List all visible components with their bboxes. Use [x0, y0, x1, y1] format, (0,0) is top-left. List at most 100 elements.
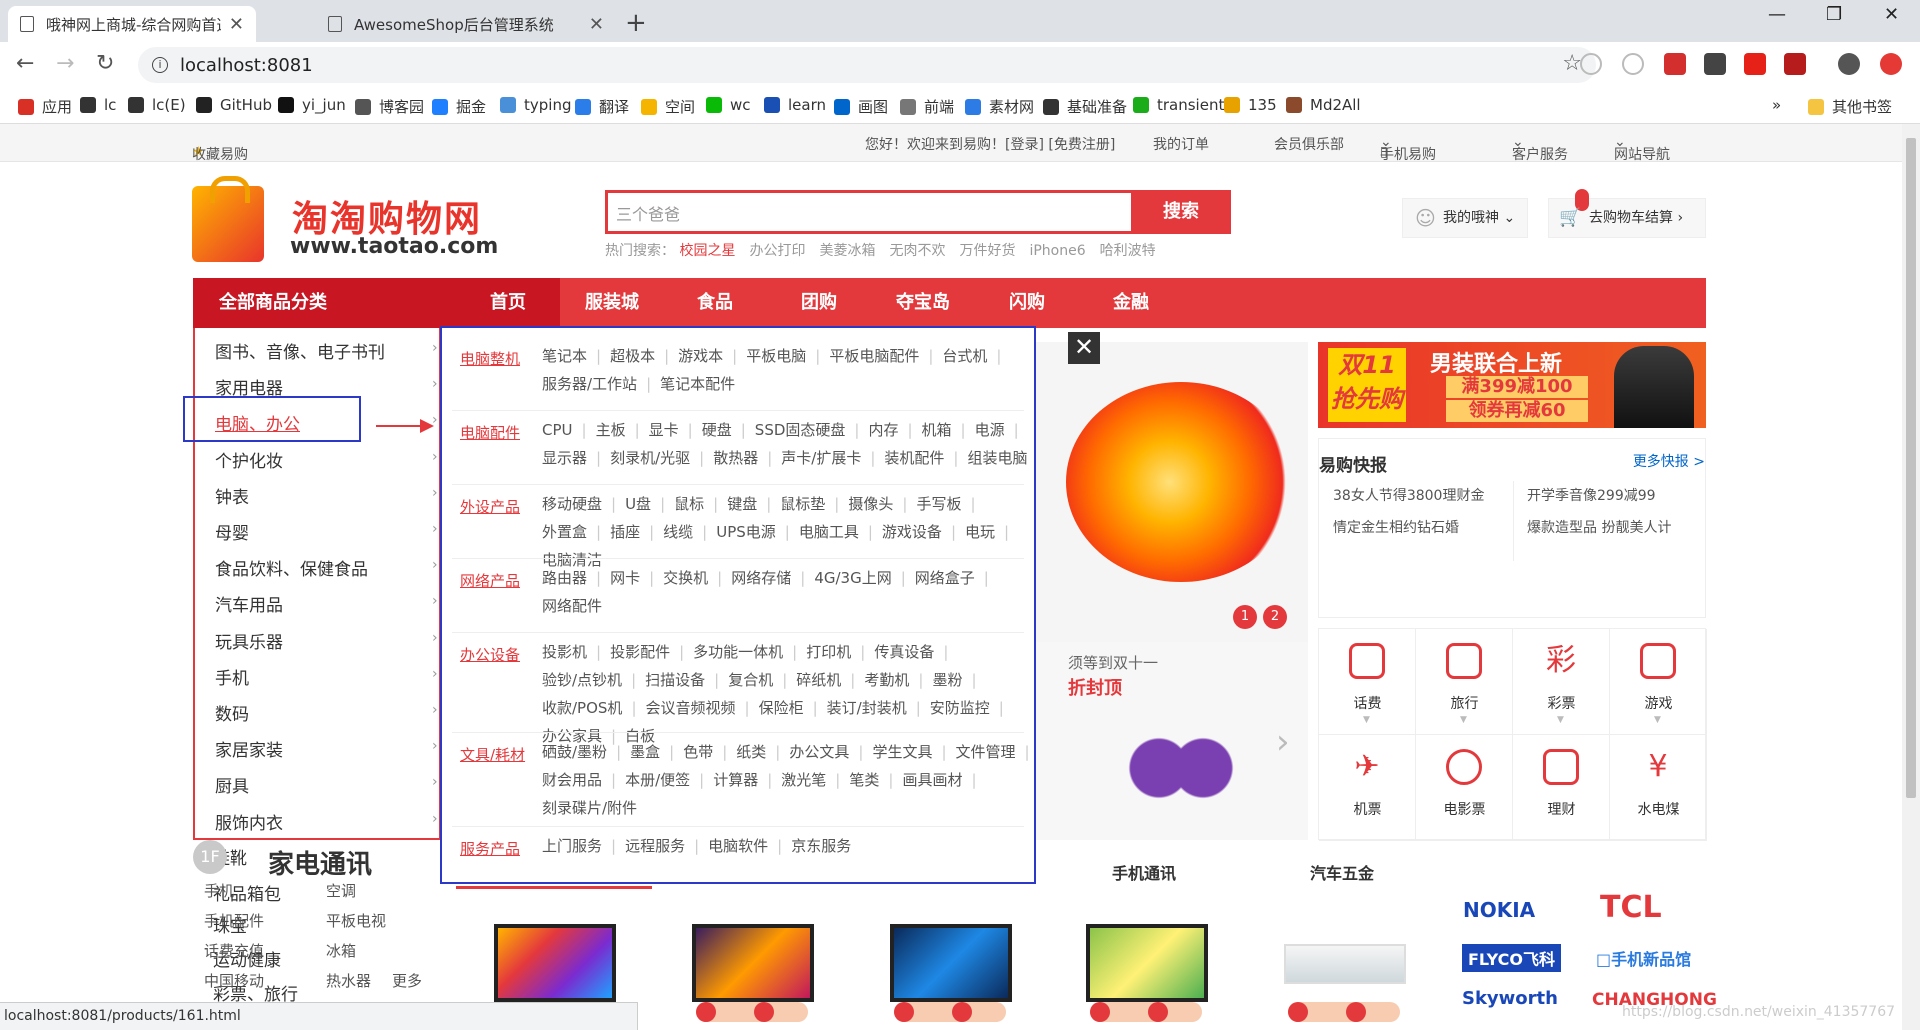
hot-search-link[interactable]: 办公打印	[749, 243, 805, 259]
popup-link[interactable]: 交换机	[663, 564, 731, 592]
my-orders-link[interactable]: 我的订单	[1153, 134, 1209, 154]
search-input[interactable]: 三个爸爸	[616, 201, 680, 225]
bookmark-item[interactable]: 135	[1224, 96, 1277, 114]
category-item[interactable]: 厨具	[215, 772, 249, 797]
site-logo[interactable]: 淘淘购物网 www.taotao.com	[192, 176, 522, 264]
category-item[interactable]: 汽车用品	[215, 591, 283, 616]
bookmark-item[interactable]: 画图	[834, 96, 888, 117]
popup-link[interactable]: 刻录碟片/附件	[542, 794, 637, 822]
popup-link[interactable]: 上门服务	[542, 832, 625, 860]
popup-group-title[interactable]: 电脑配件	[460, 422, 520, 443]
info-icon[interactable]: i	[152, 57, 168, 73]
popup-link[interactable]: 线缆	[663, 518, 716, 546]
news-item[interactable]: 38女人节得3800理财金	[1333, 485, 1484, 505]
popup-link[interactable]: 显示器	[542, 444, 610, 472]
category-item[interactable]: 玩具乐器	[215, 628, 283, 653]
maximize-button[interactable]: ❐	[1826, 4, 1842, 25]
popup-link[interactable]: UPS电源	[716, 518, 799, 546]
service-film[interactable]: 电影票	[1416, 735, 1513, 841]
popup-link[interactable]: 摄像头	[848, 490, 916, 518]
product-thumb[interactable]	[494, 924, 616, 1022]
window-close-button[interactable]: ✕	[1884, 4, 1899, 25]
popup-link[interactable]: 京东服务	[791, 832, 851, 860]
popup-link[interactable]: 电玩	[965, 518, 1018, 546]
product-thumb[interactable]	[1284, 924, 1406, 1022]
popup-link[interactable]: 游戏本	[678, 342, 746, 370]
popup-link[interactable]: 传真设备	[874, 638, 957, 666]
floor-link[interactable]: 更多	[392, 970, 422, 991]
popup-link[interactable]: 键盘	[727, 490, 780, 518]
popup-link[interactable]: SSD固态硬盘	[755, 416, 869, 444]
main-banner[interactable]	[1036, 342, 1308, 642]
product-thumb[interactable]	[1086, 924, 1208, 1022]
popup-link[interactable]: 硬盘	[702, 416, 755, 444]
bookmark-item[interactable]: transient	[1133, 96, 1224, 114]
popup-link[interactable]: 验钞/点钞机	[542, 666, 645, 694]
floor-link[interactable]: 平板电视	[326, 910, 386, 931]
brand-logo[interactable]: □手机新品馆	[1596, 946, 1691, 970]
brand-logo[interactable]: NOKIA	[1463, 898, 1535, 922]
youtube-icon[interactable]	[1744, 53, 1766, 75]
vertical-scrollbar[interactable]	[1902, 124, 1920, 1030]
service-yen[interactable]: ¥ 水电煤	[1610, 735, 1707, 841]
popup-link[interactable]: 笔类	[849, 766, 902, 794]
extension-icon[interactable]	[1622, 53, 1644, 75]
popup-link[interactable]: 移动硬盘	[542, 490, 625, 518]
address-bar[interactable]: i localhost:8081 ☆	[138, 47, 1596, 83]
popup-link[interactable]: 笔记本	[542, 342, 610, 370]
floor-link[interactable]: 空调	[326, 880, 356, 901]
service-plane[interactable]: ✈ 机票	[1319, 735, 1416, 841]
bookmark-item[interactable]: 应用	[18, 96, 72, 117]
popup-link[interactable]: 墨粉	[932, 666, 985, 694]
service-suitcase[interactable]: 旅行 ▼	[1416, 629, 1513, 735]
bookmark-item[interactable]: 翻译	[575, 96, 629, 117]
tab-shop[interactable]: 哦神网上商城-综合网购首选（JD ✕	[8, 6, 256, 42]
news-item[interactable]: 情定金生相约钻石婚	[1333, 517, 1459, 537]
cart-button[interactable]: 🛒 去购物车结算 ›	[1548, 189, 1706, 238]
category-item[interactable]: 母婴	[215, 519, 249, 544]
member-club-link[interactable]: 会员俱乐部	[1274, 134, 1344, 154]
all-categories-title[interactable]: 全部商品分类	[193, 278, 456, 328]
popup-link[interactable]: 网卡	[610, 564, 663, 592]
floor-tab[interactable]: 汽车五金	[1310, 860, 1374, 884]
category-item[interactable]: 数码	[215, 700, 249, 725]
reload-icon[interactable]: ↻	[96, 51, 114, 76]
welcome-login[interactable]: 您好！欢迎来到易购！[登录] [免费注册]	[865, 134, 1115, 154]
popup-link[interactable]: 台式机	[942, 342, 1010, 370]
popup-link[interactable]: 鼠标垫	[780, 490, 848, 518]
popup-link[interactable]: 硒鼓/墨粉	[542, 738, 630, 766]
bookmark-item[interactable]: Md2All	[1286, 96, 1361, 114]
popup-link[interactable]: 打印机	[806, 638, 874, 666]
site-nav-link[interactable]: 网站导航 ⌄	[1614, 134, 1670, 163]
floor-link[interactable]: 话费充值	[204, 940, 264, 961]
brand-logo[interactable]: Skyworth	[1462, 988, 1558, 1009]
hot-search-link[interactable]: iPhone6	[1029, 243, 1085, 259]
popup-link[interactable]: 投影配件	[610, 638, 693, 666]
brand-logo[interactable]: FLYCO飞科	[1462, 944, 1561, 972]
bookmark-item[interactable]: GitHub	[196, 96, 272, 114]
close-icon[interactable]: ✕	[589, 14, 604, 35]
popup-link[interactable]: 画具画材	[902, 766, 985, 794]
category-item[interactable]: 手机	[215, 664, 249, 689]
popup-link[interactable]: 笔记本配件	[660, 370, 735, 398]
hot-search-link[interactable]: 美菱冰箱	[819, 243, 875, 259]
popup-link[interactable]: 本册/便签	[625, 766, 713, 794]
popup-link[interactable]: 网络配件	[542, 592, 602, 620]
floor-link[interactable]: 手机	[204, 880, 234, 901]
nav-item[interactable]: 闪购	[975, 278, 1079, 328]
extension-icon[interactable]	[1664, 53, 1686, 75]
pdf-icon[interactable]	[1784, 53, 1806, 75]
popup-link[interactable]: 电源	[975, 416, 1028, 444]
popup-link[interactable]: 刻录机/光驱	[610, 444, 713, 472]
popup-link[interactable]: CPU	[542, 416, 596, 444]
popup-group-title[interactable]: 电脑整机	[460, 348, 520, 369]
popup-link[interactable]: 服务器/工作站	[542, 370, 660, 398]
category-item[interactable]: 家居家装	[215, 736, 283, 761]
floor-link[interactable]: 热水器	[326, 970, 371, 991]
popup-link[interactable]: 考勤机	[864, 666, 932, 694]
category-item[interactable]: 钟表	[215, 483, 249, 508]
popup-link[interactable]: 内存	[868, 416, 921, 444]
popup-link[interactable]: 组装电脑	[967, 444, 1027, 472]
my-account-button[interactable]: ☺ 我的哦神 ⌄	[1402, 198, 1528, 238]
popup-link[interactable]: 多功能一体机	[693, 638, 806, 666]
